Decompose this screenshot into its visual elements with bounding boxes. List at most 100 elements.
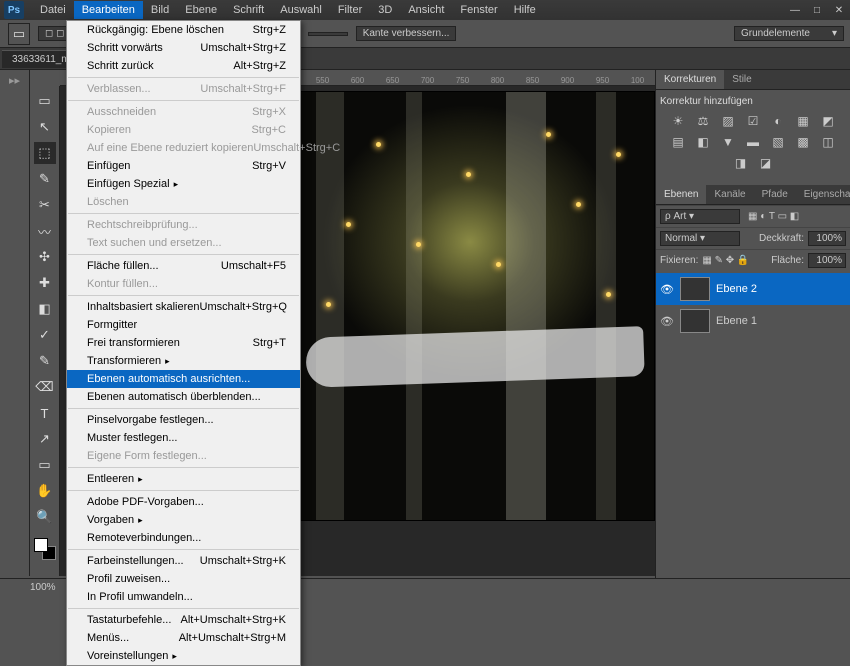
menu-item[interactable]: Remoteverbindungen... (67, 529, 300, 547)
adjustment-icon-6[interactable]: ◩ (819, 113, 837, 129)
tool-0[interactable]: ▭ (34, 90, 56, 112)
tool-8[interactable]: ◧ (34, 298, 56, 320)
menu-fenster[interactable]: Fenster (452, 1, 505, 19)
menu-hilfe[interactable]: Hilfe (506, 1, 544, 19)
adjustment-icon-9[interactable]: ▼ (719, 134, 737, 150)
tab-styles[interactable]: Stile (724, 70, 759, 89)
menu-item[interactable]: Inhaltsbasiert skalierenUmschalt+Strg+Q (67, 298, 300, 316)
adjustment-icon-7[interactable]: ▤ (669, 134, 687, 150)
menu-item[interactable]: Einfügen Spezial (67, 175, 300, 193)
menu-item[interactable]: In Profil umwandeln... (67, 588, 300, 606)
menu-auswahl[interactable]: Auswahl (272, 1, 330, 19)
tool-9[interactable]: ✓ (34, 324, 56, 346)
tool-10[interactable]: ✎ (34, 350, 56, 372)
tool-3[interactable]: ✎ (34, 168, 56, 190)
visibility-icon[interactable]: 👁 (660, 315, 674, 328)
close-button[interactable]: ✕ (828, 1, 850, 19)
opacity-input[interactable]: 100% (808, 231, 846, 246)
adjustment-icon-0[interactable]: ☀ (669, 113, 687, 129)
workspace-select[interactable]: Grundelemente▾ (734, 26, 844, 41)
adjustment-icon-11[interactable]: ▧ (769, 134, 787, 150)
titlebar: Ps DateiBearbeitenBildEbeneSchriftAuswah… (0, 0, 850, 20)
maximize-button[interactable]: □ (806, 1, 828, 19)
menu-item[interactable]: Transformieren (67, 352, 300, 370)
adjustment-icon-8[interactable]: ◧ (694, 134, 712, 150)
zoom-level[interactable]: 100% (30, 582, 56, 593)
tool-5[interactable]: 〰 (34, 220, 56, 242)
tool-1[interactable]: ↖ (34, 116, 56, 138)
tool-7[interactable]: ✚ (34, 272, 56, 294)
menu-3d[interactable]: 3D (370, 1, 400, 19)
adjustments-tab-row: Korrekturen Stile (656, 70, 850, 90)
layer-filter-select[interactable]: ρ Art ▾ (660, 209, 740, 224)
height-input[interactable] (308, 32, 348, 36)
menu-item[interactable]: Frei transformierenStrg+T (67, 334, 300, 352)
menu-item[interactable]: Adobe PDF-Vorgaben... (67, 493, 300, 511)
menu-ansicht[interactable]: Ansicht (400, 1, 452, 19)
layer-row[interactable]: 👁Ebene 1 (656, 305, 850, 337)
blend-mode-select[interactable]: Normal ▾ (660, 231, 740, 246)
menu-item: Text suchen und ersetzen... (67, 234, 300, 252)
lock-label: Fixieren: (660, 255, 698, 266)
menu-item[interactable]: Rückgängig: Ebene löschenStrg+Z (67, 21, 300, 39)
adjustment-icon-1[interactable]: ⚖ (694, 113, 712, 129)
tool-12[interactable]: T (34, 402, 56, 424)
menu-bild[interactable]: Bild (143, 1, 177, 19)
menu-item[interactable]: Pinselvorgabe festlegen... (67, 411, 300, 429)
menu-item[interactable]: EinfügenStrg+V (67, 157, 300, 175)
menu-bearbeiten[interactable]: Bearbeiten (74, 1, 143, 19)
adjustment-icon-13[interactable]: ◫ (819, 134, 837, 150)
tool-4[interactable]: ✂ (34, 194, 56, 216)
tool-2[interactable]: ⬚ (34, 142, 56, 164)
layer-row[interactable]: 👁Ebene 2 (656, 273, 850, 305)
adjustment-icon-2[interactable]: ▨ (719, 113, 737, 129)
menu-item[interactable]: Formgitter (67, 316, 300, 334)
menu-schrift[interactable]: Schrift (225, 1, 272, 19)
lock-icons[interactable]: ▦ ✎ ✥ 🔒 (702, 255, 749, 266)
tool-13[interactable]: ↗ (34, 428, 56, 450)
refine-edge-button[interactable]: Kante verbessern... (356, 26, 457, 41)
menu-item[interactable]: Ebenen automatisch überblenden... (67, 388, 300, 406)
tab-paths[interactable]: Pfade (754, 185, 796, 204)
menu-item[interactable]: Profil zuweisen... (67, 570, 300, 588)
tool-11[interactable]: ⌫ (34, 376, 56, 398)
menu-item[interactable]: Voreinstellungen (67, 647, 300, 665)
menu-datei[interactable]: Datei (32, 1, 74, 19)
tab-adjustments[interactable]: Korrekturen (656, 70, 724, 89)
menu-item[interactable]: Tastaturbefehle...Alt+Umschalt+Strg+K (67, 611, 300, 629)
menu-item[interactable]: Schritt zurückAlt+Strg+Z (67, 57, 300, 75)
adjustment-icon-15[interactable]: ◪ (757, 155, 775, 171)
adjustments-panel: Korrektur hinzufügen ☀⚖▨☑◐▦◩▤◧▼▬▧▩◫◨◪ (656, 90, 850, 177)
tool-15[interactable]: ✋ (34, 480, 56, 502)
menu-filter[interactable]: Filter (330, 1, 370, 19)
tab-channels[interactable]: Kanäle (706, 185, 753, 204)
minimize-button[interactable]: — (784, 1, 806, 19)
tab-properties[interactable]: Eigenschaften (796, 185, 850, 204)
tool-preset-icon[interactable]: ▭ (8, 23, 30, 45)
menu-item[interactable]: Ebenen automatisch ausrichten... (67, 370, 300, 388)
collapsed-panel-dock[interactable]: ▸▸ (0, 70, 30, 576)
layer-thumb (680, 309, 710, 333)
tool-14[interactable]: ▭ (34, 454, 56, 476)
menu-item[interactable]: Menüs...Alt+Umschalt+Strg+M (67, 629, 300, 647)
menu-item[interactable]: Schritt vorwärtsUmschalt+Strg+Z (67, 39, 300, 57)
menu-ebene[interactable]: Ebene (177, 1, 225, 19)
adjustment-icon-12[interactable]: ▩ (794, 134, 812, 150)
menu-item: Verblassen...Umschalt+Strg+F (67, 80, 300, 98)
menu-item[interactable]: Fläche füllen...Umschalt+F5 (67, 257, 300, 275)
menu-item[interactable]: Farbeinstellungen...Umschalt+Strg+K (67, 552, 300, 570)
adjustment-icon-10[interactable]: ▬ (744, 134, 762, 150)
menu-item[interactable]: Vorgaben (67, 511, 300, 529)
color-swatch[interactable] (34, 538, 56, 560)
menu-item[interactable]: Muster festlegen... (67, 429, 300, 447)
adjustment-icon-5[interactable]: ▦ (794, 113, 812, 129)
tool-6[interactable]: ✣ (34, 246, 56, 268)
tab-layers[interactable]: Ebenen (656, 185, 706, 204)
visibility-icon[interactable]: 👁 (660, 283, 674, 296)
adjustment-icon-4[interactable]: ◐ (769, 113, 787, 129)
adjustment-icon-14[interactable]: ◨ (732, 155, 750, 171)
adjustment-icon-3[interactable]: ☑ (744, 113, 762, 129)
tool-16[interactable]: 🔍 (34, 506, 56, 528)
fill-input[interactable]: 100% (808, 253, 846, 268)
menu-item[interactable]: Entleeren (67, 470, 300, 488)
